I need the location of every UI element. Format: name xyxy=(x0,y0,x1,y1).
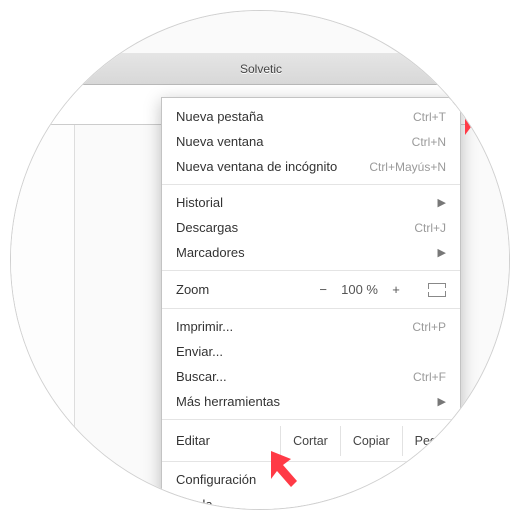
menu-item-new-incognito[interactable]: Nueva ventana de incógnito Ctrl+Mayús+N xyxy=(162,154,460,179)
menu-item-zoom: Zoom − 100 % + xyxy=(162,276,460,303)
menu-item-label: Buscar... xyxy=(176,369,413,384)
menu-item-new-window[interactable]: Nueva ventana Ctrl+N xyxy=(162,129,460,154)
fullscreen-icon[interactable] xyxy=(428,283,446,297)
menu-separator xyxy=(162,419,460,420)
chevron-right-icon: ▶ xyxy=(438,246,446,259)
zoom-value: 100 % xyxy=(341,282,378,297)
window-titlebar: Solvetic xyxy=(11,53,510,85)
menu-item-label: Historial xyxy=(176,195,430,210)
menu-item-label: Nueva ventana xyxy=(176,134,412,149)
menu-item-find[interactable]: Buscar... Ctrl+F xyxy=(162,364,460,389)
menu-separator xyxy=(162,270,460,271)
menu-item-shortcut: Ctrl+T xyxy=(413,110,446,124)
menu-separator xyxy=(162,308,460,309)
minimize-button[interactable] xyxy=(427,53,469,85)
chevron-right-icon: ▶ xyxy=(438,395,446,408)
menu-item-shortcut: Ctrl+J xyxy=(414,221,446,235)
menu-item-label: Nueva pestaña xyxy=(176,109,413,124)
menu-item-more-tools[interactable]: Más herramientas ▶ xyxy=(162,389,460,414)
menu-separator xyxy=(162,184,460,185)
menu-item-bookmarks[interactable]: Marcadores ▶ xyxy=(162,240,460,265)
zoom-label: Zoom xyxy=(176,282,315,297)
menu-item-new-tab[interactable]: Nueva pestaña Ctrl+T xyxy=(162,104,460,129)
menu-item-history[interactable]: Historial ▶ xyxy=(162,190,460,215)
zoom-in-button[interactable]: + xyxy=(388,282,404,297)
menu-item-shortcut: Ctrl+N xyxy=(412,135,446,149)
menu-item-label: Imprimir... xyxy=(176,319,412,334)
maximize-button[interactable] xyxy=(469,53,510,85)
menu-item-downloads[interactable]: Descargas Ctrl+J xyxy=(162,215,460,240)
menu-item-shortcut: Ctrl+F xyxy=(413,370,446,384)
chevron-right-icon: ▶ xyxy=(438,196,446,209)
menu-item-shortcut: Ctrl+Mayús+N xyxy=(369,160,446,174)
menu-item-label: Nueva ventana de incógnito xyxy=(176,159,369,174)
menu-item-label: Enviar... xyxy=(176,344,446,359)
window-title: Solvetic xyxy=(240,62,282,76)
paste-button[interactable]: Pegar xyxy=(402,426,460,456)
menu-item-label: Más herramientas xyxy=(176,394,430,409)
edit-label: Editar xyxy=(176,425,280,456)
menu-item-shortcut: Ctrl+P xyxy=(412,320,446,334)
menu-item-print[interactable]: Imprimir... Ctrl+P xyxy=(162,314,460,339)
left-panel xyxy=(11,125,75,510)
menu-item-cast[interactable]: Enviar... xyxy=(162,339,460,364)
zoom-out-button[interactable]: − xyxy=(315,282,331,297)
copy-button[interactable]: Copiar xyxy=(340,426,402,456)
menu-item-label: Marcadores xyxy=(176,245,430,260)
menu-item-label: Descargas xyxy=(176,220,414,235)
